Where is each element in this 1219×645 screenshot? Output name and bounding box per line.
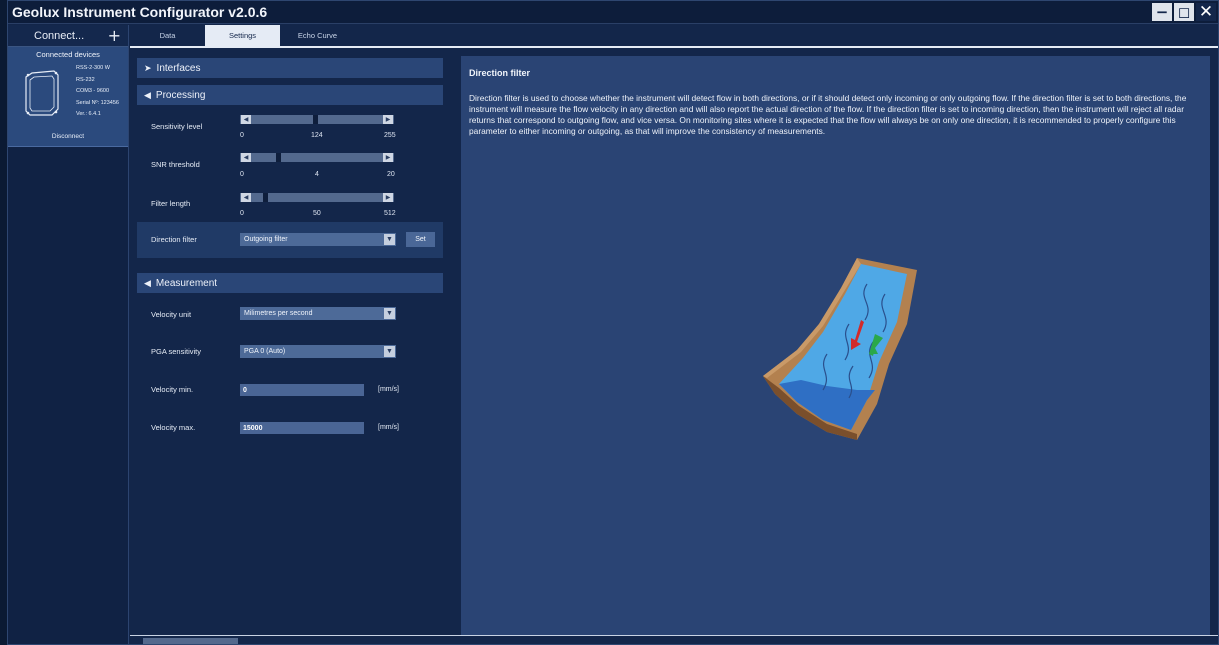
device-model: RSS-2-300 W <box>76 65 110 71</box>
velocity-unit-value: Milimetres per second <box>244 310 313 317</box>
device-serial: Serial Nº: 123456 <box>76 99 119 106</box>
chevron-down-icon[interactable]: ▼ <box>384 346 395 357</box>
radar-device-icon <box>25 70 59 116</box>
slider-right-arrow-icon[interactable]: ▶ <box>383 115 393 124</box>
slider-left-arrow-icon[interactable]: ◀ <box>241 193 251 202</box>
filter-length-slider[interactable]: ◀ ▶ <box>240 193 394 202</box>
title-bar: Geolux Instrument Configurator v2.0.6 − … <box>8 1 1218 24</box>
direction-filter-label: Direction filter <box>151 235 197 244</box>
slider-left-arrow-icon[interactable]: ◀ <box>241 153 251 162</box>
snr-label: SNR threshold <box>151 160 200 169</box>
slider-thumb[interactable] <box>312 115 318 124</box>
bottom-divider <box>130 635 1218 636</box>
minimize-button[interactable]: − <box>1152 3 1172 21</box>
velocity-max-input[interactable]: 15000 <box>240 422 364 434</box>
tick-max: 20 <box>387 171 395 178</box>
pga-sensitivity-label: PGA sensitivity <box>151 347 202 356</box>
direction-filter-value: Outgoing filter <box>244 236 288 243</box>
device-interface: RS-232 <box>76 76 95 83</box>
chevron-down-icon[interactable]: ▼ <box>384 234 395 245</box>
section-measurement-label: Measurement <box>155 277 218 289</box>
maximize-button[interactable]: ◻ <box>1174 3 1194 21</box>
velocity-max-label: Velocity max. <box>151 423 196 432</box>
slider-left-arrow-icon[interactable]: ◀ <box>241 115 251 124</box>
tick-value: 124 <box>311 132 323 139</box>
velocity-unit-label: Velocity unit <box>151 310 192 319</box>
tick-max: 512 <box>384 210 396 217</box>
device-card[interactable]: Connected devices RSS-2-300 W RS-232 COM… <box>8 47 128 147</box>
slider-thumb[interactable] <box>276 153 282 162</box>
help-panel: Direction filter Direction filter is use… <box>461 56 1210 636</box>
velocity-min-input[interactable]: 0 <box>240 384 364 396</box>
chevron-left-icon: ◀ <box>144 277 151 288</box>
velocity-unit-select[interactable]: Milimetres per second ▼ <box>240 307 396 320</box>
connect-button[interactable]: Connect... + <box>8 25 128 47</box>
window-controls: − ◻ ✕ <box>1152 3 1218 21</box>
help-title: Direction filter <box>469 68 531 78</box>
set-button[interactable]: Set <box>406 232 435 247</box>
section-processing[interactable]: ◀ Processing <box>137 85 443 105</box>
river-flow-illustration <box>763 258 917 440</box>
add-icon[interactable]: + <box>108 27 121 44</box>
section-processing-label: Processing <box>155 89 206 101</box>
pga-sensitivity-select[interactable]: PGA 0 (Auto) ▼ <box>240 345 396 358</box>
chevron-left-icon: ◀ <box>144 89 151 100</box>
direction-filter-select[interactable]: Outgoing filter ▼ <box>240 233 396 246</box>
app-title: Geolux Instrument Configurator v2.0.6 <box>12 4 268 20</box>
pga-sensitivity-value: PGA 0 (Auto) <box>244 348 286 355</box>
close-button[interactable]: ✕ <box>1196 3 1216 21</box>
device-info: RSS-2-300 W RS-232 COM3 - 9600 Serial Nº… <box>76 63 119 121</box>
velocity-min-label: Velocity min. <box>151 385 194 394</box>
device-port: COM3 - 9600 <box>76 88 110 95</box>
section-interfaces[interactable]: ➤ Interfaces <box>137 58 443 78</box>
tick-max: 255 <box>384 132 396 139</box>
chevron-down-icon[interactable]: ▼ <box>384 308 395 319</box>
help-text: Direction filter is used to choose wheth… <box>469 93 1187 136</box>
slider-right-arrow-icon[interactable]: ▶ <box>383 193 393 202</box>
section-measurement[interactable]: ◀ Measurement <box>137 273 443 293</box>
sensitivity-label: Sensitivity level <box>151 122 203 131</box>
tick-value: 50 <box>313 210 321 217</box>
horizontal-scrollbar[interactable] <box>143 638 238 644</box>
tick-min: 0 <box>240 132 244 139</box>
tab-data[interactable]: Data <box>130 25 205 46</box>
sidebar: Connect... + Connected devices RSS-2-300… <box>8 25 129 644</box>
velocity-max-unit: [mm/s] <box>378 424 399 431</box>
settings-panel: ➤ Interfaces ◀ Processing Sensitivity le… <box>130 49 455 634</box>
slider-thumb[interactable] <box>263 193 269 202</box>
filter-length-label: Filter length <box>151 199 191 208</box>
slider-right-arrow-icon[interactable]: ▶ <box>383 153 393 162</box>
tab-echo-curve[interactable]: Echo Curve <box>280 25 355 46</box>
tab-bar: Data Settings Echo Curve <box>130 25 1218 48</box>
chevron-right-icon: ➤ <box>144 62 152 73</box>
connected-devices-header: Connected devices <box>36 50 100 59</box>
disconnect-button[interactable]: Disconnect <box>8 133 128 140</box>
device-version: Ver.: 6.4.1 <box>76 111 101 118</box>
sensitivity-slider[interactable]: ◀ ▶ <box>240 115 394 124</box>
tick-min: 0 <box>240 171 244 178</box>
section-interfaces-label: Interfaces <box>156 62 201 74</box>
app-window: Geolux Instrument Configurator v2.0.6 − … <box>7 0 1219 645</box>
tick-min: 0 <box>240 210 244 217</box>
velocity-min-unit: [mm/s] <box>378 386 399 393</box>
connect-label: Connect... <box>34 29 85 42</box>
tab-settings[interactable]: Settings <box>205 25 280 46</box>
tick-value: 4 <box>315 171 319 178</box>
snr-slider[interactable]: ◀ ▶ <box>240 153 394 162</box>
